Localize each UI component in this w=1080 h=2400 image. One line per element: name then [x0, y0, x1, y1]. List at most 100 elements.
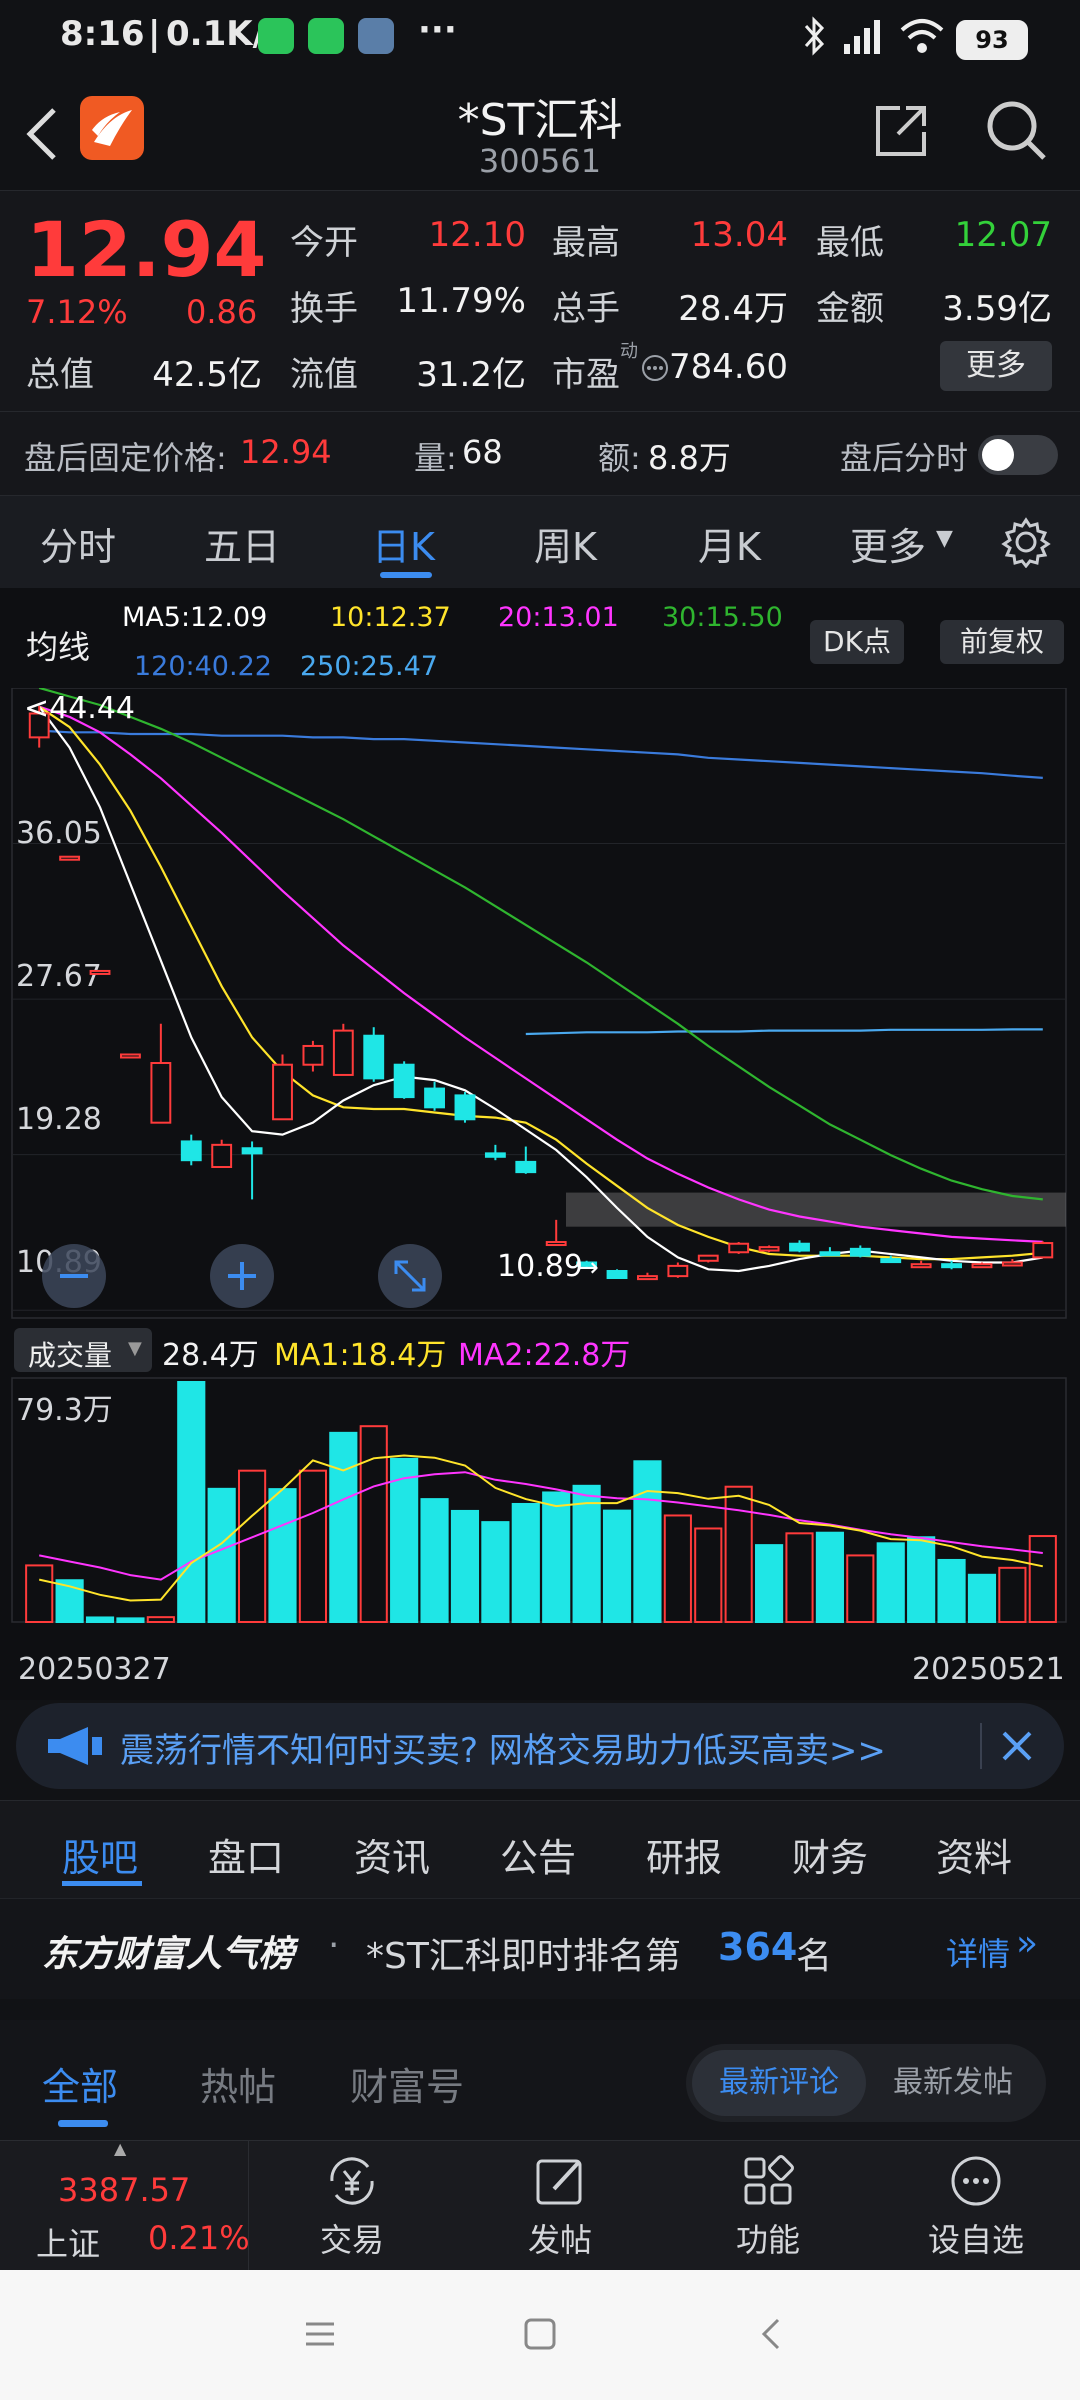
nav-trade[interactable]: 交易 [262, 2141, 442, 2271]
status-divider: | [148, 14, 161, 54]
stock-name: *ST汇科 [457, 95, 623, 146]
indicator-selector[interactable]: 成交量 ▼ [14, 1328, 152, 1372]
candle-body [849, 1247, 871, 1257]
volume-bar [25, 1564, 54, 1623]
turnover-value: 11.79% [396, 281, 526, 321]
candle-body [880, 1258, 902, 1264]
nav-watchlist[interactable]: 设自选 [886, 2141, 1066, 2271]
volume-bar [116, 1617, 145, 1624]
candle-body [180, 1140, 202, 1162]
stock-header: *ST汇科 300561 [0, 80, 1080, 190]
promo-banner[interactable]: 震荡行情不知何时买卖? 网格交易助力低买高卖>> [16, 1703, 1064, 1789]
tab-intraday[interactable]: 分时 [40, 516, 116, 571]
tab-daily-k[interactable]: 日K [372, 516, 435, 571]
bottom-nav: ▲ 3387.57 上证 0.21% 交易 发帖 功能 设自选 [0, 2139, 1080, 2271]
gear-icon[interactable] [1000, 516, 1052, 568]
turnover-label: 换手 [290, 289, 358, 329]
tab-more[interactable]: 更多 [850, 516, 926, 571]
tab-announcements[interactable]: 公告 [500, 1827, 576, 1882]
stock-code: 300561 [478, 142, 602, 180]
x-start-date: 20250327 [18, 1652, 171, 1687]
candle-body [302, 1044, 324, 1066]
forward-adjust-button[interactable]: 前复权 [940, 620, 1064, 664]
volume-bar [298, 1469, 327, 1623]
kline-chart[interactable]: 36.0527.6719.2810.89<44.4410.89→79.3万 [0, 688, 1080, 1700]
index-ticker[interactable]: ▲ 3387.57 上证 0.21% [0, 2139, 250, 2271]
tab-order-book[interactable]: 盘口 [208, 1827, 284, 1882]
menu-icon[interactable] [300, 2314, 340, 2354]
candle-body [697, 1254, 719, 1262]
after-hours-price: 12.94 [240, 433, 332, 471]
zoom-in-button[interactable] [210, 1244, 274, 1308]
candle-body [637, 1275, 658, 1281]
popularity-ranking[interactable]: 东方财富人气榜 · *ST汇科即时排名第 364 名 详情 » [0, 1898, 1080, 1999]
candle-body [728, 1242, 750, 1254]
min-price-label: 10.89 [497, 1249, 583, 1284]
after-hours-chart-label: 盘后分时 [840, 439, 969, 477]
volume-bar [1028, 1535, 1057, 1623]
ranking-brand: 东方财富人气榜 [42, 1934, 295, 1975]
nav-post[interactable]: 发帖 [470, 2141, 650, 2271]
volume-bar [359, 1425, 388, 1624]
candle-body [910, 1263, 932, 1269]
volume-bar [876, 1542, 905, 1623]
filter-hot[interactable]: 热帖 [200, 2056, 276, 2111]
y-tick-label: 27.67 [16, 959, 102, 994]
volume-bar [268, 1488, 297, 1623]
fullscreen-button[interactable] [378, 1244, 442, 1308]
volume-ma2: MA2:22.8万 [458, 1338, 631, 1373]
candle-body [272, 1063, 293, 1121]
ma5-legend: MA5:12.09 [122, 602, 268, 633]
tab-monthly-k[interactable]: 月K [698, 516, 761, 571]
tab-five-day[interactable]: 五日 [204, 516, 280, 571]
close-icon[interactable] [996, 1725, 1038, 1767]
tab-guba[interactable]: 股吧 [62, 1827, 138, 1882]
volume-bar [998, 1566, 1027, 1624]
filter-all[interactable]: 全部 [42, 2056, 118, 2111]
sort-latest-comment[interactable]: 最新评论 [692, 2050, 866, 2116]
tab-profile[interactable]: 资料 [936, 1827, 1012, 1882]
nav-trade-label: 交易 [319, 2221, 384, 2259]
home-icon[interactable] [520, 2314, 560, 2354]
divider [980, 1723, 982, 1769]
candle-body [150, 1062, 172, 1124]
volume-label: 总手 [552, 289, 620, 329]
search-icon[interactable] [984, 98, 1050, 164]
after-volume-label: 量: [414, 439, 457, 477]
tab-research[interactable]: 研报 [646, 1827, 722, 1882]
candle-body [1032, 1242, 1054, 1259]
ranking-detail-link[interactable]: 详情 [946, 1929, 1010, 1975]
tab-news[interactable]: 资讯 [354, 1827, 430, 1882]
volume-bar [694, 1527, 723, 1623]
candle-body [971, 1263, 993, 1269]
back-nav-icon[interactable] [752, 2314, 792, 2354]
after-amount-value: 8.8万 [648, 439, 731, 477]
zoom-out-button[interactable] [42, 1244, 106, 1308]
ma30-legend: 30:15.50 [662, 602, 783, 633]
share-icon[interactable] [870, 100, 932, 162]
after-hours-toggle[interactable] [978, 435, 1058, 475]
after-amount-label: 额: [598, 439, 641, 477]
index-value: 3387.57 [58, 2171, 191, 2209]
dk-point-button[interactable]: DK点 [810, 620, 904, 664]
filter-caifuhao[interactable]: 财富号 [350, 2056, 464, 2111]
back-icon[interactable] [22, 104, 62, 164]
tab-finance[interactable]: 财务 [792, 1827, 868, 1882]
tab-weekly-k[interactable]: 周K [534, 516, 597, 571]
volume-bar [633, 1460, 662, 1623]
more-button[interactable]: 更多 [940, 341, 1052, 391]
bullet-dot: · [328, 1925, 340, 1966]
nav-functions[interactable]: 功能 [678, 2141, 858, 2271]
ma20-line [38, 705, 1043, 1243]
nav-watchlist-label: 设自选 [927, 2221, 1024, 2259]
volume-bar [572, 1484, 601, 1624]
wechat-icon [308, 18, 344, 54]
edit-icon [536, 2159, 582, 2205]
bluetooth-icon [804, 16, 825, 56]
sort-latest-post[interactable]: 最新发帖 [866, 2050, 1040, 2116]
pe-value: 784.60 [669, 347, 788, 387]
more-circle-icon [951, 2156, 1001, 2206]
candle-body [363, 1034, 385, 1080]
expand-icon [394, 1260, 426, 1292]
amount-label: 金额 [816, 289, 884, 329]
